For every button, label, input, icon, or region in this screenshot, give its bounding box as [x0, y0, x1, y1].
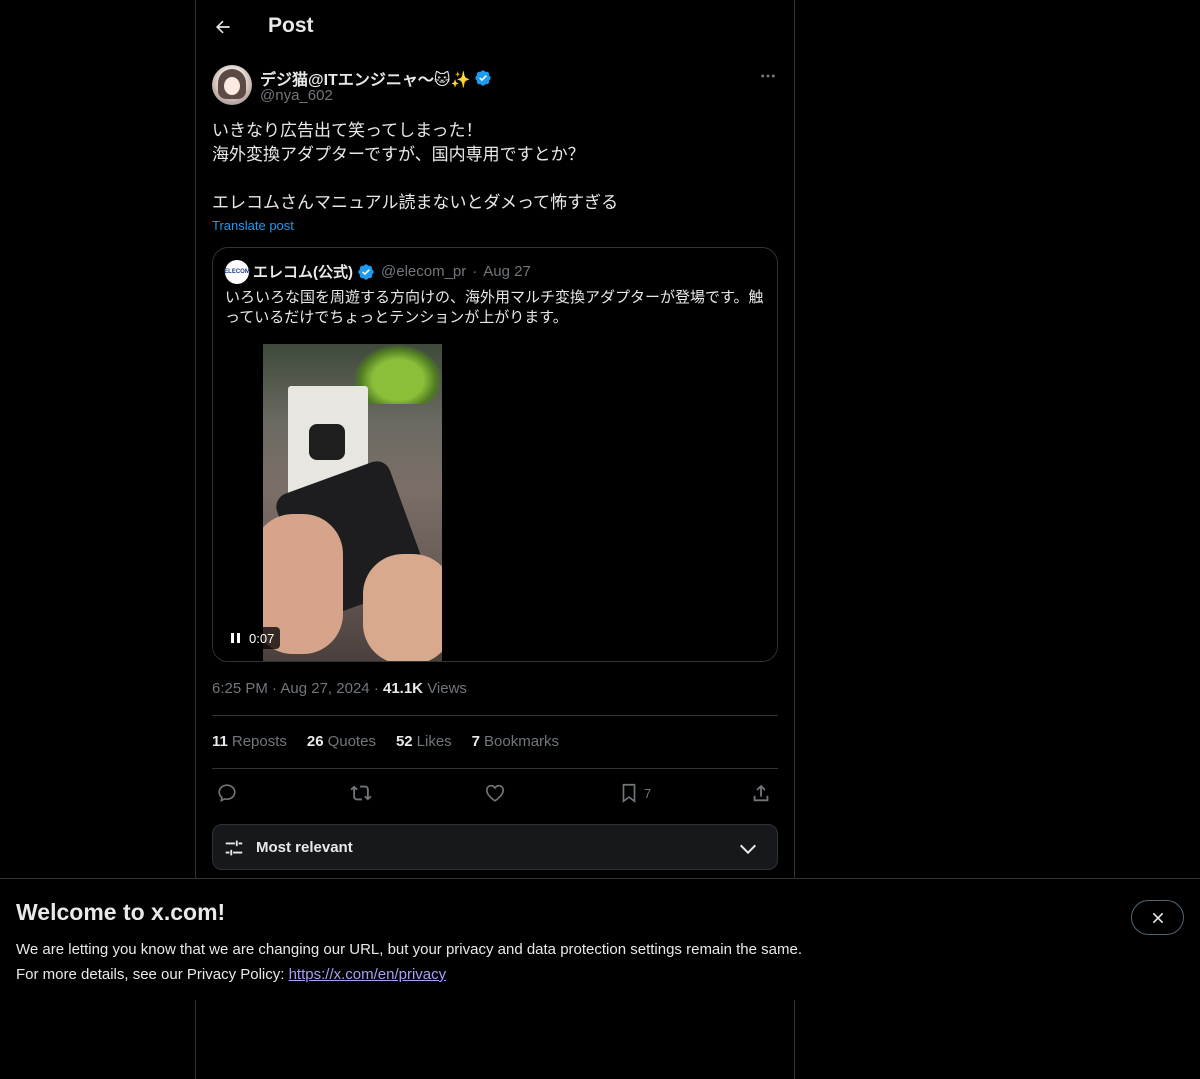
heart-icon [485, 784, 505, 802]
back-button[interactable] [206, 10, 240, 44]
reposts-stat[interactable]: 11 Reposts [212, 733, 287, 750]
privacy-policy-link[interactable]: https://x.com/en/privacy [289, 966, 447, 983]
banner-title: Welcome to x.com! [16, 899, 226, 925]
post-stats: 11 Reposts 26 Quotes 52 Likes 7 Bookmarks [212, 733, 559, 750]
quoted-post[interactable]: ELECOM エレコム(公式) @elecom_pr · Aug 27 いろいろ… [212, 247, 778, 662]
views-label: Views [427, 680, 467, 697]
quoted-handle[interactable]: @elecom_pr [381, 263, 466, 280]
page-header: Post [196, 0, 794, 54]
likes-stat[interactable]: 52 Likes [396, 733, 452, 750]
more-dots-icon [761, 74, 775, 78]
chevron-down-icon [739, 844, 757, 855]
post-date[interactable]: Aug 27, 2024 [280, 680, 369, 697]
share-button[interactable] [750, 780, 772, 806]
video-controls: 0:07 [225, 627, 281, 649]
close-icon [1152, 912, 1163, 923]
post-text: いきなり広告出て笑ってしまった！ 海外変換アダプターですが、国内専用ですとか？ … [212, 121, 619, 212]
post-time[interactable]: 6:25 PM [212, 680, 268, 697]
pause-icon[interactable] [231, 632, 243, 644]
welcome-banner: Welcome to x.com! We are letting you kno… [0, 878, 1200, 1000]
quoted-header: エレコム(公式) @elecom_pr · Aug 27 [253, 261, 531, 282]
more-options-button[interactable] [756, 64, 780, 88]
page-title: Post [268, 14, 314, 37]
verified-badge-icon [358, 263, 374, 280]
translate-post-link[interactable]: Translate post [212, 218, 294, 233]
quoted-avatar[interactable]: ELECOM [224, 260, 250, 284]
sort-replies-select[interactable]: Most relevant [212, 824, 778, 870]
sort-label: Most relevant [256, 839, 353, 856]
video-frame [263, 344, 442, 661]
post-timestamp: 6:25 PM · Aug 27, 2024 · 41.1K Views [212, 680, 467, 697]
quoted-text: いろいろな国を周遊する方向けの、海外用マルチ変換アダプターが登場です。触っている… [225, 289, 764, 326]
banner-line-1: We are letting you know that we are chan… [16, 941, 802, 958]
bookmarks-stat[interactable]: 7 Bookmarks [472, 733, 559, 750]
bookmark-button[interactable]: 7 [618, 780, 651, 806]
video-player[interactable]: 0:07 [213, 344, 777, 661]
quoted-name[interactable]: エレコム(公式) [253, 261, 353, 282]
bookmark-count: 7 [644, 785, 652, 801]
arrow-left-icon [216, 20, 230, 34]
quotes-stat[interactable]: 26 Quotes [307, 733, 376, 750]
repost-icon [350, 785, 372, 801]
avatar[interactable] [212, 65, 252, 105]
bookmark-icon [622, 783, 636, 803]
repost-button[interactable] [350, 780, 372, 806]
separator-dot: · [472, 263, 478, 280]
reply-icon [218, 784, 236, 802]
divider [212, 715, 778, 716]
video-time: 0:07 [249, 630, 275, 646]
author-handle[interactable]: @nya_602 [260, 87, 333, 104]
action-bar: 7 [212, 780, 778, 806]
banner-line-2: For more details, see our Privacy Policy… [16, 966, 447, 983]
close-banner-button[interactable] [1131, 900, 1184, 935]
share-icon [753, 784, 769, 802]
banner-text: We are letting you know that we are chan… [16, 937, 802, 987]
reply-button[interactable] [216, 780, 238, 806]
views-count: 41.1K [382, 680, 424, 697]
sliders-icon [225, 840, 243, 856]
divider [212, 768, 778, 769]
post-author: デジ猫@ITエンジニャ〜🐱✨ @nya_602 [212, 64, 780, 108]
like-button[interactable] [484, 780, 506, 806]
quoted-date[interactable]: Aug 27 [483, 263, 531, 280]
verified-badge-icon [475, 70, 492, 86]
